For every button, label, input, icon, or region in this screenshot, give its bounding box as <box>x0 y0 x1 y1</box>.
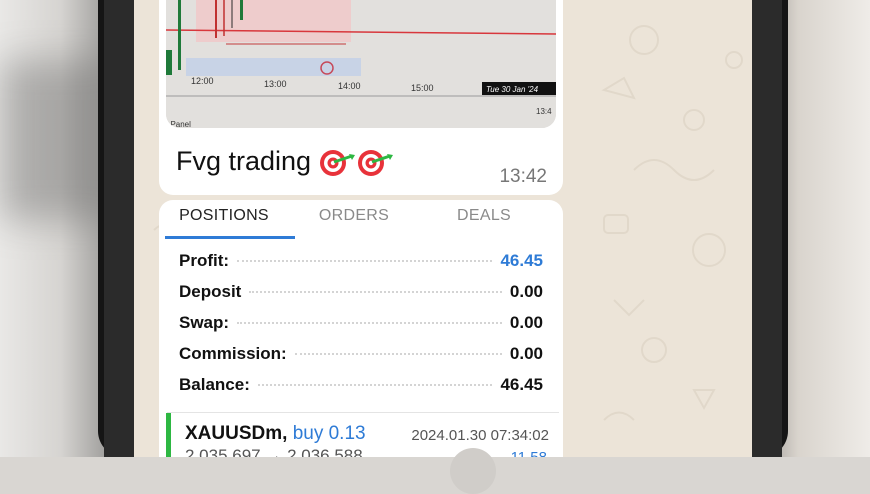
summary-row-balance: Balance: 46.45 <box>179 375 543 406</box>
image-message-bubble[interactable]: 12:00 13:00 14:00 15:00 Tue 30 Jan '24 i… <box>159 0 563 195</box>
summary-row-commission: Commission: 0.00 <box>179 344 543 375</box>
summary-value: 46.45 <box>500 251 543 270</box>
summary-label: Deposit <box>179 282 242 301</box>
tab-positions[interactable]: POSITIONS <box>159 200 289 240</box>
active-tab-indicator <box>165 236 295 239</box>
summary-label: Balance: <box>179 375 250 394</box>
position-symbol: XAUUSDm, buy 0.13 <box>185 423 366 445</box>
chat-screen: 12:00 13:00 14:00 15:00 Tue 30 Jan '24 i… <box>134 0 752 457</box>
summary-label: Commission: <box>179 344 287 363</box>
summary-value: 0.00 <box>509 282 543 301</box>
summary-label: Profit: <box>179 251 230 270</box>
summary-label: Swap: <box>179 313 230 332</box>
message-text-row: Fvg trading <box>176 143 394 179</box>
chart-time-label: 13:00 <box>264 79 287 89</box>
position-symbol-text: XAUUSDm, <box>185 423 288 444</box>
position-profit: 11.58 <box>511 449 547 457</box>
tab-orders[interactable]: ORDERS <box>289 200 419 240</box>
account-summary: Profit: 46.45 Deposit 0.00 Swap: 0.00 Co… <box>179 251 543 406</box>
summary-value: 0.00 <box>509 313 543 332</box>
position-prices: 2 035.697 → 2 036.588 <box>185 446 363 457</box>
message-text: Fvg trading <box>176 145 312 176</box>
chart-panel-label: in Panel <box>166 120 191 128</box>
summary-value: 0.00 <box>509 344 543 363</box>
tab-bar: POSITIONS ORDERS DEALS <box>159 200 563 240</box>
message-timestamp: 13:42 <box>499 166 547 187</box>
chart-edge-label: 13:4 <box>536 107 552 116</box>
summary-row-swap: Swap: 0.00 <box>179 313 543 344</box>
position-open-time: 2024.01.30 07:34:02 <box>411 427 549 444</box>
position-item[interactable]: XAUUSDm, buy 0.13 2024.01.30 07:34:02 2 … <box>166 413 563 457</box>
floating-scroll-button[interactable] <box>450 448 496 494</box>
chart-time-label: 15:00 <box>411 83 434 93</box>
chart-date-tag: Tue 30 Jan '24 <box>486 85 539 94</box>
positions-panel-screenshot[interactable]: POSITIONS ORDERS DEALS Profit: 46.45 Dep… <box>159 200 563 457</box>
summary-row-profit: Profit: 46.45 <box>179 251 543 282</box>
blurred-background-left <box>0 0 110 457</box>
summary-row-deposit: Deposit 0.00 <box>179 282 543 313</box>
tab-deals[interactable]: DEALS <box>419 200 549 240</box>
position-side: buy 0.13 <box>292 423 366 444</box>
chart-time-label: 12:00 <box>191 76 214 86</box>
target-emoji-icon <box>320 150 394 176</box>
summary-value: 46.45 <box>500 375 543 394</box>
chart-time-label: 14:00 <box>338 81 361 91</box>
trading-chart-photo[interactable]: 12:00 13:00 14:00 15:00 Tue 30 Jan '24 i… <box>166 0 556 128</box>
